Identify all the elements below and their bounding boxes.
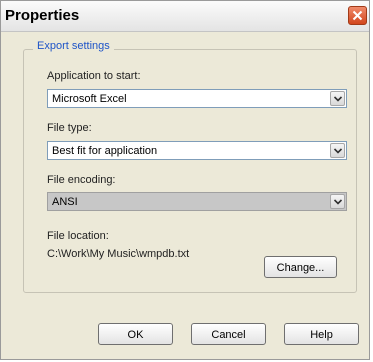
file-type-select[interactable]: Best fit for application (47, 141, 347, 160)
application-label: Application to start: (47, 70, 141, 82)
file-encoding-value: ANSI (52, 196, 78, 208)
file-encoding-select[interactable]: ANSI (47, 192, 347, 211)
file-location-path: C:\Work\My Music\wmpdb.txt (47, 248, 190, 260)
cancel-button[interactable]: Cancel (191, 323, 266, 345)
close-button[interactable] (348, 6, 367, 25)
file-encoding-label: File encoding: (47, 174, 116, 186)
ok-button[interactable]: OK (98, 323, 173, 345)
properties-dialog: Properties Export settings Application t… (0, 0, 370, 360)
file-type-label: File type: (47, 122, 92, 134)
chevron-down-icon (334, 96, 342, 102)
help-button[interactable]: Help (284, 323, 359, 345)
file-type-value: Best fit for application (52, 145, 158, 157)
close-icon (352, 10, 363, 21)
export-settings-legend: Export settings (33, 40, 114, 52)
window-title: Properties (5, 7, 80, 24)
file-encoding-dropdown-button[interactable] (330, 194, 345, 209)
application-dropdown-button[interactable] (330, 91, 345, 106)
title-bar[interactable]: Properties (1, 1, 369, 32)
chevron-down-icon (334, 148, 342, 154)
application-select[interactable]: Microsoft Excel (47, 89, 347, 108)
file-type-dropdown-button[interactable] (330, 143, 345, 158)
application-value: Microsoft Excel (52, 93, 127, 105)
change-button[interactable]: Change... (264, 256, 337, 278)
file-location-label: File location: (47, 230, 109, 242)
chevron-down-icon (334, 199, 342, 205)
